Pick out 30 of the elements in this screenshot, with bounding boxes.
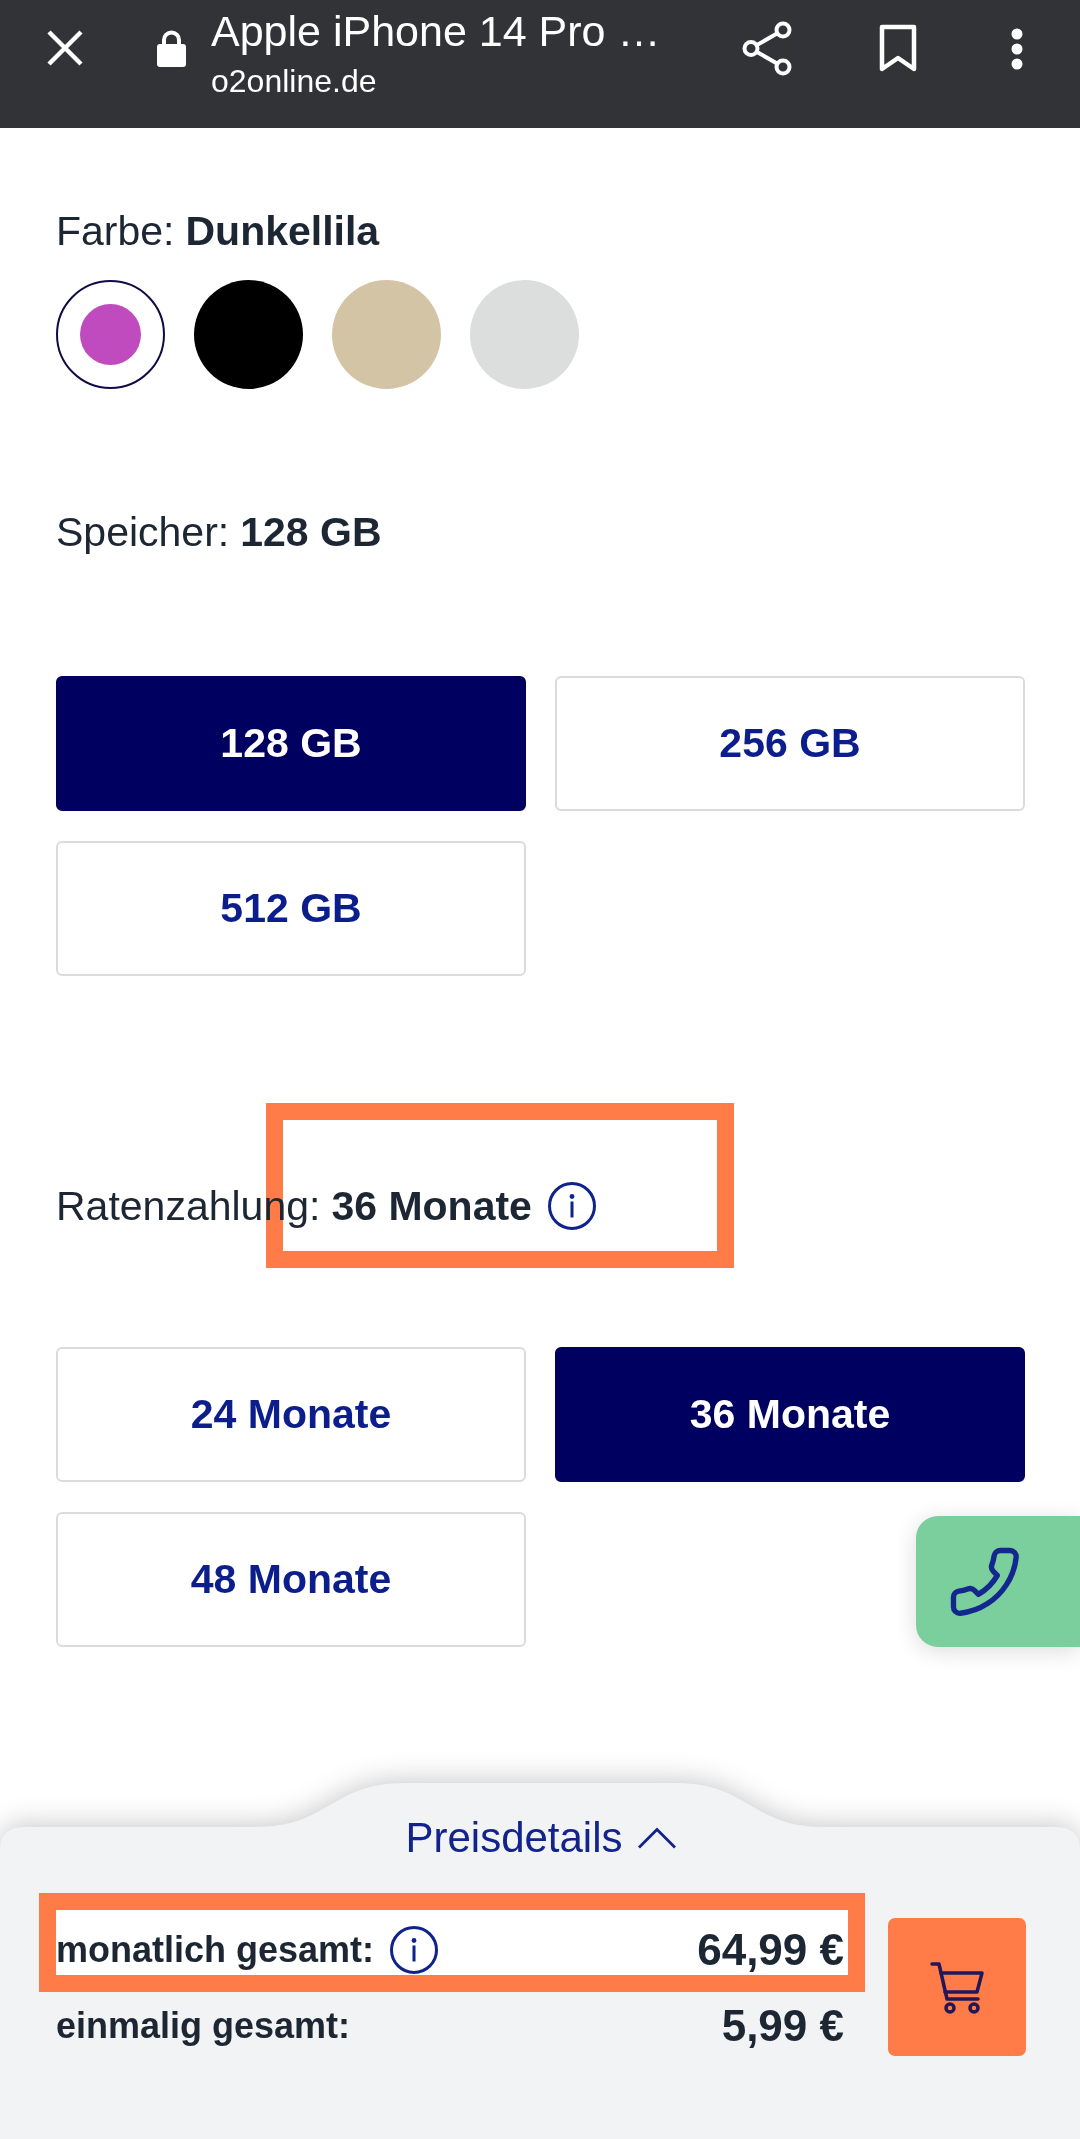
cart-button[interactable] [888, 1918, 1026, 2056]
price-label: monatlich gesamt: [56, 1929, 375, 1971]
info-icon[interactable] [390, 1926, 439, 1974]
phone-icon [950, 1546, 1020, 1617]
price-details-toggle[interactable]: Preisdetails [405, 1813, 677, 1863]
storage-option[interactable]: 512 GB [56, 841, 526, 976]
price-label: einmalig gesamt: [56, 2005, 351, 2047]
option-value: 36 Monate [331, 1182, 532, 1231]
page-url: o2online.de [211, 62, 378, 100]
cart-icon [929, 1960, 985, 2014]
option-value: 128 GB [240, 508, 382, 557]
price-amount: 5,99 € [721, 2001, 844, 2051]
storage-option[interactable]: 128 GB [56, 676, 526, 811]
more-menu-icon[interactable] [1010, 28, 1024, 70]
chevron-up-icon [636, 1827, 677, 1849]
info-icon[interactable] [547, 1182, 596, 1230]
lock-icon [157, 29, 186, 67]
installment-option[interactable]: 24 Monate [56, 1347, 526, 1482]
storage-option[interactable]: 256 GB [555, 676, 1025, 811]
call-button[interactable] [916, 1516, 1080, 1647]
installment-option[interactable]: 48 Monate [56, 1512, 526, 1647]
bookmark-icon[interactable] [879, 24, 917, 72]
close-icon[interactable] [46, 29, 84, 67]
installment-option[interactable]: 36 Monate [555, 1347, 1025, 1482]
option-label: Farbe: [56, 207, 175, 256]
price-amount: 64,99 € [697, 1925, 844, 1975]
option-value: Dunkellila [185, 207, 380, 256]
option-label: Speicher: [56, 508, 230, 557]
page-title: Apple iPhone 14 Pro … [211, 7, 661, 55]
share-icon[interactable] [742, 21, 792, 76]
